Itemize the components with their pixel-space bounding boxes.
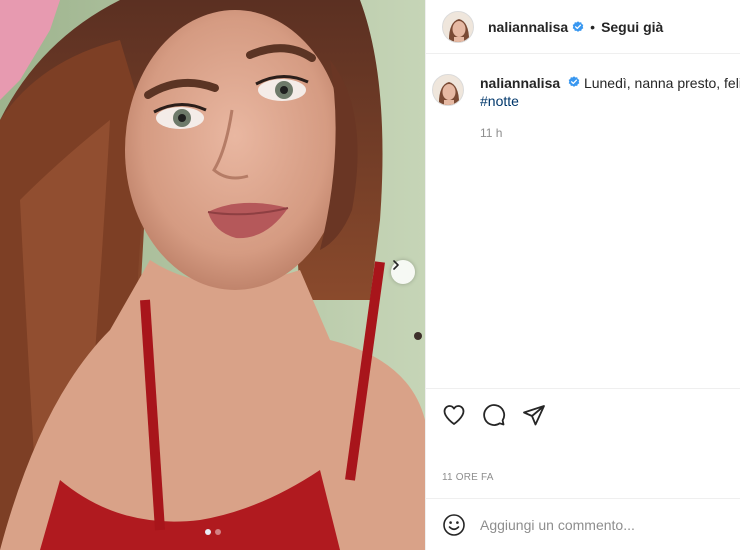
caption-comment: naliannalisa Lunedì, nanna presto, felic…	[426, 54, 740, 142]
verified-badge-icon	[572, 20, 584, 33]
share-button[interactable]	[520, 401, 548, 429]
avatar-image	[443, 11, 473, 42]
selfie-image	[0, 0, 425, 550]
post-time[interactable]: 11 ORE FA	[442, 472, 494, 483]
post-side-panel: naliannalisa • Segui già naliannalisa Lu…	[425, 0, 740, 550]
caption-body: naliannalisa Lunedì, nanna presto, felic…	[480, 74, 740, 142]
paper-plane-icon	[523, 404, 545, 425]
carousel-indicator	[0, 529, 425, 535]
chevron-right-icon	[393, 260, 399, 270]
post-photo[interactable]	[0, 0, 425, 550]
emoji-smile-icon	[443, 513, 465, 536]
comment-input[interactable]	[480, 516, 710, 533]
heart-icon	[443, 404, 465, 425]
verified-badge-icon	[568, 76, 580, 88]
caption-text: Lunedì, nanna presto, felicità	[583, 75, 740, 91]
header-separator: •	[590, 18, 596, 35]
avatar-image	[433, 75, 463, 105]
caption-time[interactable]: 11 h	[480, 124, 730, 142]
caption-avatar[interactable]	[432, 74, 464, 106]
like-button[interactable]	[440, 401, 468, 429]
author-username[interactable]: naliannalisa	[488, 19, 568, 35]
caption-username[interactable]: naliannalisa	[480, 75, 560, 91]
post-header: naliannalisa • Segui già	[426, 0, 740, 54]
caption-hashtag[interactable]: #notte	[480, 92, 730, 110]
following-button[interactable]: Segui già	[601, 19, 663, 35]
add-comment-bar	[426, 498, 740, 550]
carousel-dot-2	[214, 529, 221, 535]
comment-bubble-icon	[483, 403, 506, 426]
author-avatar[interactable]	[442, 10, 474, 43]
carousel-next-button[interactable]	[391, 260, 415, 284]
post-actions	[426, 388, 740, 440]
emoji-button[interactable]	[440, 511, 468, 539]
carousel-dot-1	[204, 529, 211, 535]
comment-button[interactable]	[480, 401, 508, 429]
